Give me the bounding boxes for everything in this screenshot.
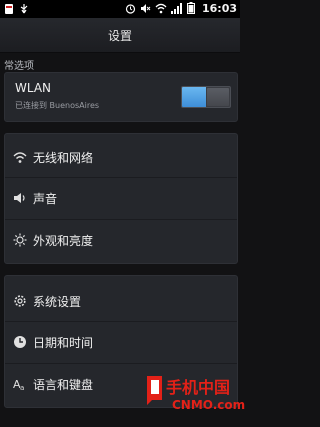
toggle-on-indicator bbox=[182, 87, 206, 107]
menu-item-label: 外观和亮度 bbox=[33, 233, 94, 248]
cnmo-watermark: 手机中国 CNMO.com bbox=[144, 372, 245, 427]
menu-item-label: 语言和键盘 bbox=[33, 377, 94, 392]
wifi-icon bbox=[155, 1, 167, 15]
mute-icon bbox=[140, 1, 152, 15]
settings-group-general: 无线和网络 声音 外观和亮度 bbox=[4, 133, 238, 264]
alarm-icon bbox=[125, 1, 137, 15]
status-bar: 16:03 bbox=[0, 0, 240, 18]
wlan-setting[interactable]: WLAN 已连接到 BuenosAires bbox=[4, 72, 238, 122]
svg-text:a: a bbox=[20, 384, 24, 391]
language-icon: Aa bbox=[13, 377, 27, 391]
section-header: 常选项 bbox=[4, 61, 34, 72]
signal-icon bbox=[170, 1, 182, 15]
app-notification-icon bbox=[3, 2, 15, 16]
title-bar: 设置 bbox=[0, 18, 240, 53]
cnmo-logo-icon bbox=[147, 376, 162, 405]
page-title: 设置 bbox=[107, 28, 132, 43]
watermark-sub: CNMO.com bbox=[172, 398, 246, 412]
menu-item-label: 声音 bbox=[33, 191, 58, 206]
menu-item-display[interactable]: 外观和亮度 bbox=[5, 220, 237, 260]
menu-item-label: 日期和时间 bbox=[33, 335, 94, 350]
clock-icon bbox=[13, 335, 27, 349]
menu-item-label: 无线和网络 bbox=[33, 150, 94, 165]
watermark-text: 手机中国 bbox=[166, 378, 231, 397]
toggle-knob bbox=[207, 88, 229, 106]
battery-icon bbox=[185, 1, 197, 15]
menu-item-label: 系统设置 bbox=[33, 294, 82, 309]
speaker-icon bbox=[13, 191, 27, 205]
wifi-icon bbox=[13, 150, 27, 164]
menu-item-wireless[interactable]: 无线和网络 bbox=[5, 137, 237, 177]
status-time: 16:03 bbox=[201, 1, 237, 15]
brightness-icon bbox=[13, 233, 27, 247]
gear-icon bbox=[13, 294, 27, 308]
menu-item-sound[interactable]: 声音 bbox=[5, 178, 237, 218]
menu-item-datetime[interactable]: 日期和时间 bbox=[5, 322, 237, 362]
usb-icon bbox=[18, 2, 30, 16]
menu-item-system[interactable]: 系统设置 bbox=[5, 281, 237, 321]
wlan-status: 已连接到 BuenosAires bbox=[15, 101, 100, 110]
wlan-title: WLAN bbox=[15, 81, 52, 95]
wlan-toggle[interactable] bbox=[181, 86, 231, 108]
